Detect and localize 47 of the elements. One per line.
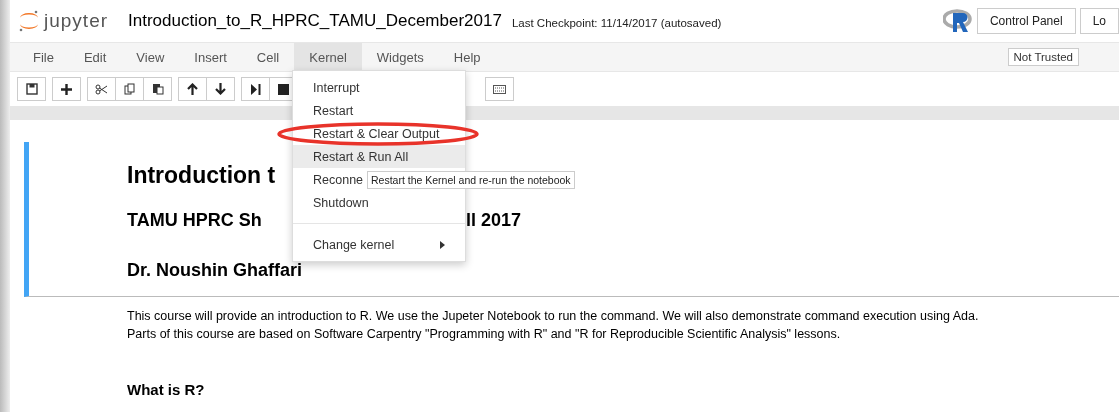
notebook-title[interactable]: Introduction_to_R_HPRC_TAMU_December2017	[128, 11, 502, 31]
subheading: TAMU HPRC Sh	[127, 209, 263, 231]
save-icon	[25, 83, 38, 95]
header-button[interactable]: Lo	[1079, 8, 1119, 34]
skip-forward-icon	[250, 83, 261, 95]
menu-option[interactable]: Restart & Run All	[293, 145, 465, 168]
menu-item[interactable]: Cell	[241, 43, 295, 71]
arrow-down-button[interactable]	[206, 77, 235, 101]
skip-forward-button[interactable]	[241, 77, 270, 101]
logo-text[interactable]: jupyter	[44, 10, 109, 32]
arrow-up-icon	[187, 83, 198, 95]
r-logo-icon	[942, 9, 973, 33]
copy-icon	[123, 83, 136, 95]
menu-item[interactable]: Insert	[179, 43, 242, 71]
menu-item[interactable]: Edit	[68, 43, 122, 71]
scissors-button[interactable]	[87, 77, 116, 101]
paste-button[interactable]	[143, 77, 172, 101]
plus-button[interactable]	[52, 77, 81, 101]
header-button[interactable]: Control Panel	[976, 8, 1076, 34]
section-heading: What is R?	[127, 381, 206, 398]
arrow-up-button[interactable]	[178, 77, 207, 101]
menu-option[interactable]: Shutdown	[293, 191, 465, 214]
heading: Introduction t	[127, 162, 276, 188]
stop-icon	[278, 83, 289, 95]
menu-option[interactable]: Change kernel	[293, 233, 465, 256]
menu-option[interactable]: Interrupt	[293, 76, 465, 99]
paragraph: This course will provide an introduction to R. We use the Jupeter Notebook to run the command. We will also demonstrate command execution using Ada. Parts of this course are based on Software Carpentry "Programming with R" and "R for Reproducible Scientific Analysis" lessons.	[127, 308, 980, 343]
menu-option[interactable]: Restart	[293, 99, 465, 122]
menu-item[interactable]: Kernel	[294, 43, 362, 71]
author-heading: Dr. Noushin Ghaffari	[127, 259, 303, 281]
scissors-icon	[95, 83, 108, 95]
keyboard-button[interactable]	[485, 77, 514, 101]
save-button[interactable]	[17, 77, 46, 101]
checkpoint-status: Last Checkpoint: 11/14/2017 (autosaved)	[511, 16, 722, 29]
menu-item[interactable]: File	[18, 43, 69, 71]
trust-button[interactable]: Not Trusted	[1007, 48, 1079, 66]
plus-icon	[61, 83, 72, 95]
keyboard-icon	[493, 84, 506, 94]
subheading: ll 2017	[466, 209, 522, 231]
paste-icon	[151, 83, 164, 95]
menu-item[interactable]: View	[121, 43, 180, 71]
arrow-down-icon	[215, 83, 226, 95]
logo-icon	[18, 9, 40, 33]
tooltip: Restart the Kernel and re-run the notebook	[367, 171, 575, 189]
menu-item[interactable]: Widgets	[361, 43, 439, 71]
caret-right-icon	[440, 240, 445, 249]
menu-item[interactable]: Help	[438, 43, 496, 71]
